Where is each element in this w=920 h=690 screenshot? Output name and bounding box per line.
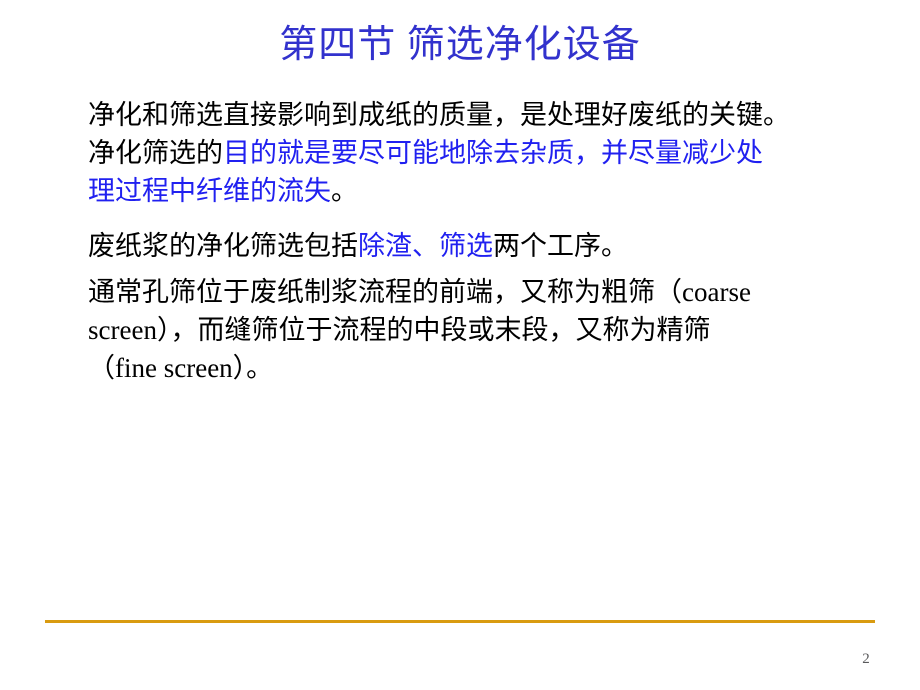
- page-number: 2: [862, 651, 870, 667]
- slide-title: 第四节 筛选净化设备: [279, 24, 641, 66]
- text-run-highlight: 目的就是要尽可能地除去杂质，并尽量减少处: [223, 138, 763, 168]
- text-run: 通常孔筛位于废纸制浆流程的前端，又称为粗筛（coarse: [88, 277, 751, 307]
- text-run: 两个工序。: [493, 231, 628, 261]
- text-run: 。: [331, 176, 358, 206]
- text-run-highlight: 除渣、筛选: [358, 231, 493, 261]
- body-line: 通常孔筛位于废纸制浆流程的前端，又称为粗筛（coarse: [88, 273, 898, 311]
- text-run-highlight: 理过程中纤维的流失: [88, 176, 331, 206]
- body-paragraph-3: 通常孔筛位于废纸制浆流程的前端，又称为粗筛（coarse screen），而缝筛…: [88, 273, 898, 387]
- text-run: 废纸浆的净化筛选包括: [88, 231, 358, 261]
- body-line: 理过程中纤维的流失。: [88, 172, 898, 210]
- footer-divider-rule: [45, 620, 875, 623]
- body-line: screen），而缝筛位于流程的中段或末段，又称为精筛: [88, 311, 898, 349]
- text-run: 净化和筛选直接影响到成纸的质量，是处理好废纸的关键。: [88, 100, 790, 130]
- body-paragraph-2: 废纸浆的净化筛选包括除渣、筛选两个工序。: [88, 227, 898, 265]
- presentation-slide: 第四节 筛选净化设备 净化和筛选直接影响到成纸的质量，是处理好废纸的关键。 净化…: [0, 0, 920, 690]
- body-line: 净化筛选的目的就是要尽可能地除去杂质，并尽量减少处: [88, 134, 898, 172]
- body-paragraph-1: 净化和筛选直接影响到成纸的质量，是处理好废纸的关键。 净化筛选的目的就是要尽可能…: [88, 96, 898, 210]
- body-line: 废纸浆的净化筛选包括除渣、筛选两个工序。: [88, 227, 898, 265]
- text-run: 净化筛选的: [88, 138, 223, 168]
- body-line: 净化和筛选直接影响到成纸的质量，是处理好废纸的关键。: [88, 96, 898, 134]
- slide-body: 净化和筛选直接影响到成纸的质量，是处理好废纸的关键。 净化筛选的目的就是要尽可能…: [88, 96, 898, 387]
- text-run: screen），而缝筛位于流程的中段或末段，又称为精筛: [88, 315, 711, 345]
- body-line: （fine screen）。: [88, 349, 898, 387]
- text-run: （fine screen）。: [88, 353, 274, 383]
